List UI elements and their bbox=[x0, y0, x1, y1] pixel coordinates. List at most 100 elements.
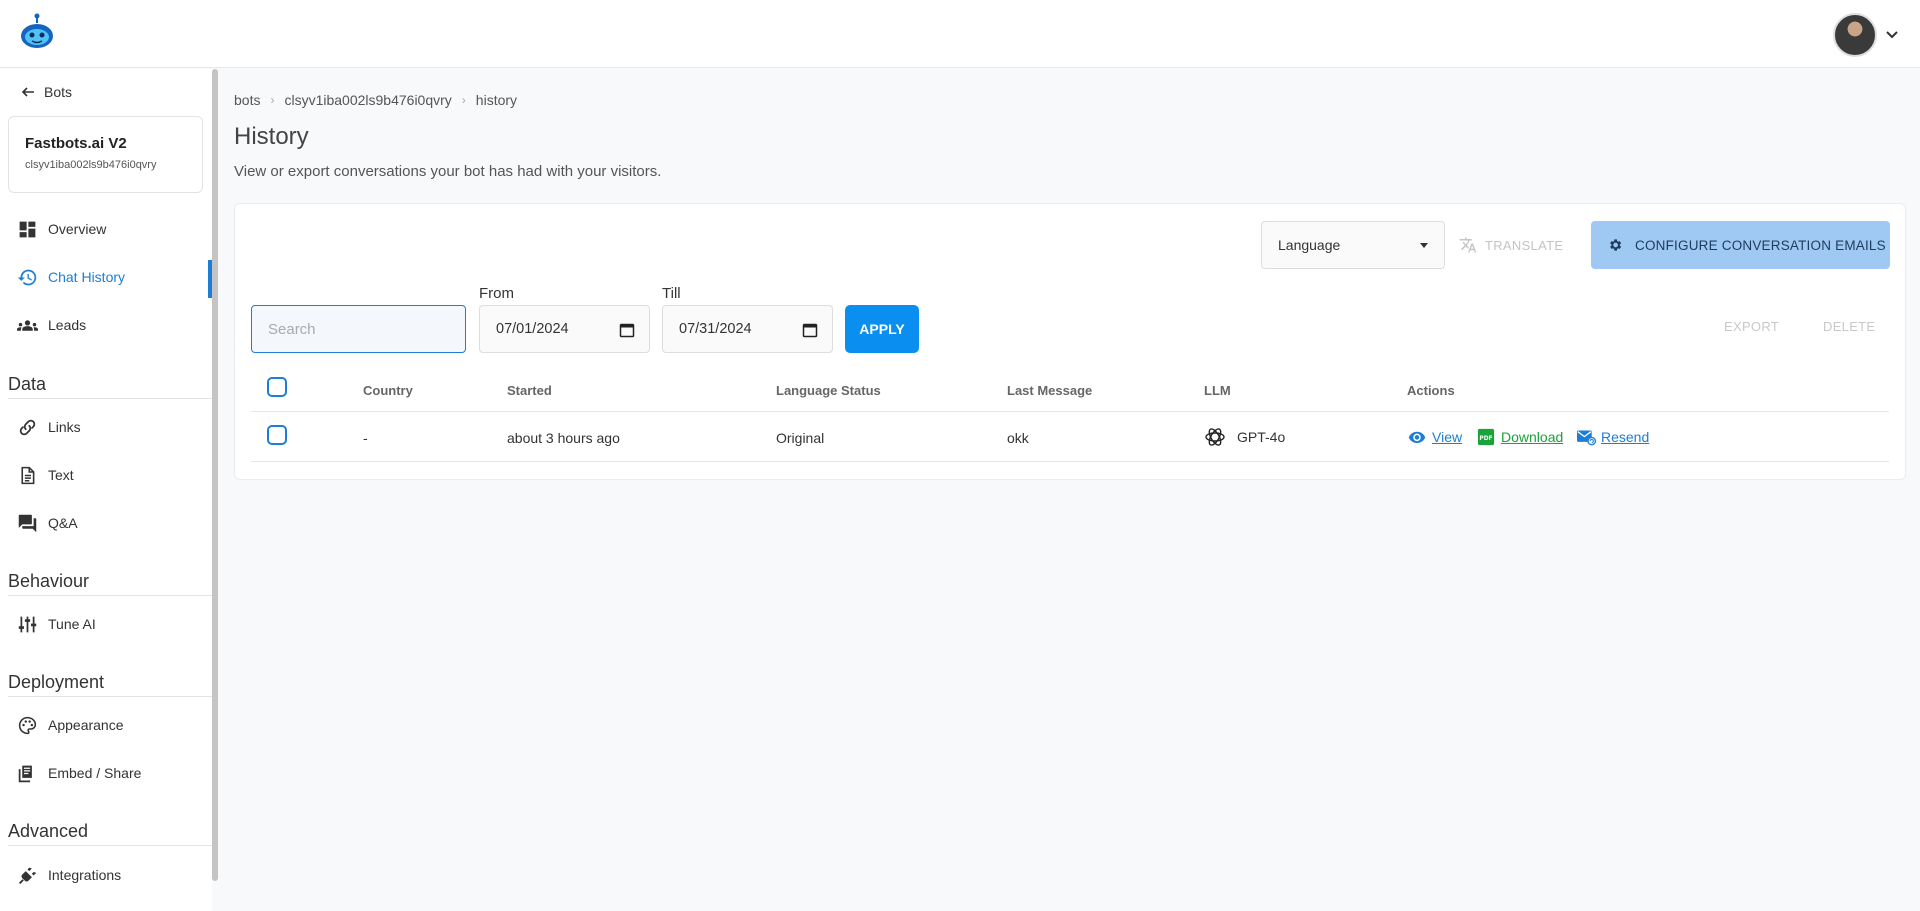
people-icon bbox=[17, 319, 38, 331]
cell-started: about 3 hours ago bbox=[507, 430, 620, 446]
breadcrumb-separator-icon: › bbox=[270, 93, 275, 107]
section-title-behaviour: Behaviour bbox=[8, 571, 90, 591]
translate-button[interactable]: TRANSLATE bbox=[1459, 221, 1569, 269]
sidebar-item-label: Embed / Share bbox=[48, 765, 142, 781]
bot-name: Fastbots.ai V2 bbox=[25, 135, 127, 152]
dashboard-icon bbox=[19, 221, 36, 237]
row-checkbox[interactable] bbox=[267, 425, 287, 445]
search-input[interactable] bbox=[251, 305, 466, 353]
from-date-value: 07/01/2024 bbox=[496, 321, 569, 337]
link-icon bbox=[19, 419, 36, 435]
column-header-llm: LLM bbox=[1204, 383, 1231, 398]
history-icon bbox=[17, 269, 37, 285]
robot-logo-icon[interactable] bbox=[18, 12, 56, 50]
till-date-value: 07/31/2024 bbox=[679, 321, 752, 337]
sidebar-item-label: Tune AI bbox=[48, 616, 96, 632]
arrow-left-icon bbox=[21, 87, 34, 97]
document-icon bbox=[21, 466, 35, 484]
sidebar-item-label: Text bbox=[48, 467, 74, 483]
sidebar-item-label: Overview bbox=[48, 221, 107, 237]
till-label: Till bbox=[662, 285, 681, 302]
resend-action-link[interactable]: Resend bbox=[1576, 428, 1649, 446]
column-header-country: Country bbox=[363, 383, 413, 398]
chevron-down-icon[interactable] bbox=[1884, 27, 1900, 43]
table-header-divider bbox=[251, 411, 1889, 412]
sidebar-item-label: Appearance bbox=[48, 717, 124, 733]
sidebar-item-label: Integrations bbox=[48, 867, 122, 883]
sidebar-item-links[interactable]: Links bbox=[0, 407, 212, 447]
plug-icon bbox=[18, 867, 37, 884]
language-select[interactable]: Language bbox=[1261, 221, 1445, 269]
page-subtitle: View or export conversations your bot ha… bbox=[234, 163, 662, 180]
section-divider bbox=[8, 845, 212, 846]
sidebar-item-text[interactable]: Text bbox=[0, 455, 212, 495]
caret-down-icon bbox=[1420, 243, 1428, 248]
view-label: View bbox=[1432, 429, 1463, 445]
forum-icon bbox=[18, 514, 37, 532]
pdf-icon: PDF bbox=[1477, 428, 1495, 446]
export-button[interactable]: EXPORT bbox=[1724, 319, 1779, 334]
download-label: Download bbox=[1501, 429, 1564, 445]
embed-icon bbox=[18, 765, 32, 782]
select-all-checkbox[interactable] bbox=[267, 377, 287, 397]
sidebar-scrollbar[interactable] bbox=[212, 69, 218, 881]
openai-icon bbox=[1205, 428, 1225, 446]
section-title-advanced: Advanced bbox=[8, 821, 89, 841]
user-avatar[interactable] bbox=[1833, 13, 1877, 57]
sidebar-item-leads[interactable]: Leads bbox=[0, 305, 212, 345]
till-date-field[interactable]: 07/31/2024 bbox=[662, 305, 833, 353]
apply-button[interactable]: APPLY bbox=[845, 305, 919, 353]
bot-id: clsyv1iba002ls9b476i0qvry bbox=[25, 159, 157, 171]
section-divider bbox=[8, 696, 212, 697]
configure-label: CONFIGURE CONVERSATION EMAILS bbox=[1635, 237, 1886, 253]
calendar-icon[interactable] bbox=[619, 322, 635, 338]
resend-label: Resend bbox=[1601, 429, 1650, 445]
breadcrumb-history: history bbox=[475, 92, 518, 108]
from-label: From bbox=[479, 285, 514, 302]
section-title-data: Data bbox=[8, 374, 47, 394]
cell-last-message: okk bbox=[1007, 430, 1029, 446]
delete-button[interactable]: DELETE bbox=[1823, 319, 1875, 334]
breadcrumb-bot-id[interactable]: clsyv1iba002ls9b476i0qvry bbox=[284, 92, 451, 108]
back-link-label: Bots bbox=[44, 84, 73, 100]
calendar-icon[interactable] bbox=[802, 322, 818, 338]
sidebar-item-label: Leads bbox=[48, 317, 87, 333]
sidebar-item-qa[interactable]: Q&A bbox=[0, 503, 212, 543]
sidebar-item-appearance[interactable]: Appearance bbox=[0, 705, 212, 745]
configure-conversation-emails-button[interactable]: CONFIGURE CONVERSATION EMAILS bbox=[1591, 221, 1890, 269]
eye-icon bbox=[1408, 431, 1426, 443]
llm-name: GPT-4o bbox=[1237, 429, 1286, 445]
page-title: History bbox=[234, 123, 309, 150]
breadcrumb-bots[interactable]: bots bbox=[234, 92, 260, 108]
sliders-icon bbox=[18, 616, 37, 632]
sidebar-item-label: Links bbox=[48, 419, 81, 435]
table-row-divider bbox=[251, 461, 1889, 462]
translate-icon bbox=[1459, 237, 1477, 253]
sidebar-item-tune-ai[interactable]: Tune AI bbox=[0, 604, 212, 644]
view-action-link[interactable]: View bbox=[1407, 428, 1462, 446]
column-header-last-message: Last Message bbox=[1007, 383, 1093, 398]
translate-label: TRANSLATE bbox=[1485, 237, 1564, 253]
language-select-label: Language bbox=[1278, 237, 1341, 253]
column-header-language-status: Language Status bbox=[776, 383, 881, 398]
download-action-link[interactable]: PDF Download bbox=[1476, 428, 1563, 446]
breadcrumb-separator-icon: › bbox=[461, 93, 466, 107]
palette-icon bbox=[18, 716, 37, 734]
column-header-actions: Actions bbox=[1407, 383, 1455, 398]
sidebar-item-chat-history[interactable]: Chat History bbox=[0, 257, 212, 298]
svg-text:PDF: PDF bbox=[1479, 436, 1492, 442]
from-date-field[interactable]: 07/01/2024 bbox=[479, 305, 650, 353]
section-divider bbox=[8, 398, 212, 399]
back-to-bots-link[interactable]: Bots bbox=[20, 82, 72, 102]
top-bar bbox=[0, 0, 1920, 68]
column-header-started: Started bbox=[507, 383, 552, 398]
bot-card: Fastbots.ai V2 clsyv1iba002ls9b476i0qvry bbox=[8, 116, 203, 193]
sidebar-item-embed-share[interactable]: Embed / Share bbox=[0, 753, 212, 793]
cell-country: - bbox=[363, 430, 368, 446]
mail-resend-icon bbox=[1577, 430, 1596, 446]
gear-icon bbox=[1610, 239, 1622, 251]
sidebar-item-overview[interactable]: Overview bbox=[0, 209, 212, 249]
sidebar-item-integrations[interactable]: Integrations bbox=[0, 855, 212, 895]
breadcrumb: bots › clsyv1iba002ls9b476i0qvry › histo… bbox=[234, 92, 517, 108]
cell-llm: GPT-4o bbox=[1203, 425, 1285, 449]
